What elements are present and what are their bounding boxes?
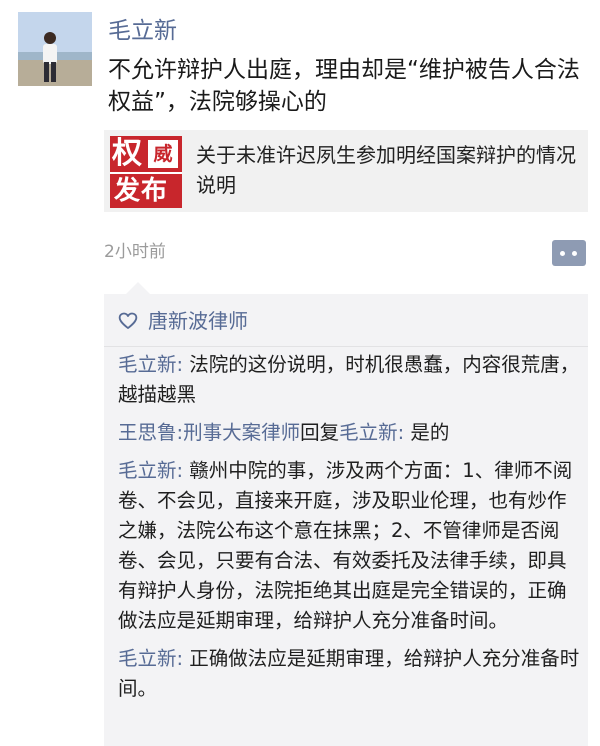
comment-reply-target[interactable]: 毛立新 bbox=[339, 421, 398, 444]
comment-item[interactable]: 毛立新: 赣州中院的事，涉及两个方面：1、律师不阅卷、不会见，直接来开庭，涉及职… bbox=[118, 456, 582, 636]
shared-article-card[interactable]: 权 威 发布 关于未准许迟夙生参加明经国案辩护的情况说明 bbox=[104, 130, 588, 212]
post-author-name[interactable]: 毛立新 bbox=[108, 16, 177, 46]
comment-dots-icon bbox=[560, 251, 565, 256]
comment-text: 赣州中院的事，涉及两个方面：1、律师不阅卷、不会见，直接来开庭，涉及职业伦理，也… bbox=[118, 459, 573, 632]
comment-section: 唐新波律师 毛立新: 法院的这份说明，时机很愚蠢，内容很荒唐，越描越黑 王思鲁:… bbox=[104, 282, 588, 746]
post-text: 不允许辩护人出庭，理由却是“维护被告人合法权益”，法院够操心的 bbox=[108, 57, 580, 115]
liker-name[interactable]: 唐新波律师 bbox=[148, 306, 248, 336]
comment-list: 毛立新: 法院的这份说明，时机很愚蠢，内容很荒唐，越描越黑 王思鲁:刑事大案律师… bbox=[118, 350, 582, 712]
comment-item[interactable]: 王思鲁:刑事大案律师回复毛立新: 是的 bbox=[118, 418, 582, 448]
likes-divider bbox=[104, 346, 588, 347]
comment-author[interactable]: 毛立新 bbox=[118, 459, 177, 482]
comment-reply-word: 回复 bbox=[300, 421, 340, 444]
comment-author[interactable]: 毛立新 bbox=[118, 353, 177, 376]
heart-icon bbox=[118, 312, 138, 329]
comment-action-button[interactable] bbox=[552, 240, 586, 266]
likes-row: 唐新波律师 bbox=[118, 306, 248, 336]
thumb-char-2: 威 bbox=[148, 140, 178, 168]
shared-article-title: 关于未准许迟夙生参加明经国案辩护的情况说明 bbox=[196, 143, 576, 197]
comment-text: 是的 bbox=[410, 421, 450, 444]
comment-separator: : bbox=[176, 647, 190, 670]
comment-separator: : bbox=[176, 459, 190, 482]
moments-post: 毛立新 不允许辩护人出庭，理由却是“维护被告人合法权益”，法院够操心的 权 威 … bbox=[0, 0, 600, 746]
comment-dots-icon bbox=[572, 251, 577, 256]
comment-item[interactable]: 毛立新: 正确做法应是延期审理，给辩护人充分准备时间。 bbox=[118, 644, 582, 704]
comment-item[interactable]: 毛立新: 法院的这份说明，时机很愚蠢，内容很荒唐，越描越黑 bbox=[118, 350, 582, 410]
comment-separator: : bbox=[176, 353, 190, 376]
avatar[interactable] bbox=[18, 12, 92, 86]
thumb-char-1: 权 bbox=[112, 136, 142, 171]
comment-author[interactable]: 王思鲁:刑事大案律师 bbox=[118, 421, 300, 444]
person-photo-icon bbox=[18, 12, 92, 86]
comment-author[interactable]: 毛立新 bbox=[118, 647, 177, 670]
post-timestamp: 2小时前 bbox=[104, 242, 166, 262]
thumb-bottom-text: 发布 bbox=[114, 176, 169, 206]
shared-article-thumbnail: 权 威 发布 bbox=[110, 136, 182, 208]
comment-separator: : bbox=[397, 421, 411, 444]
